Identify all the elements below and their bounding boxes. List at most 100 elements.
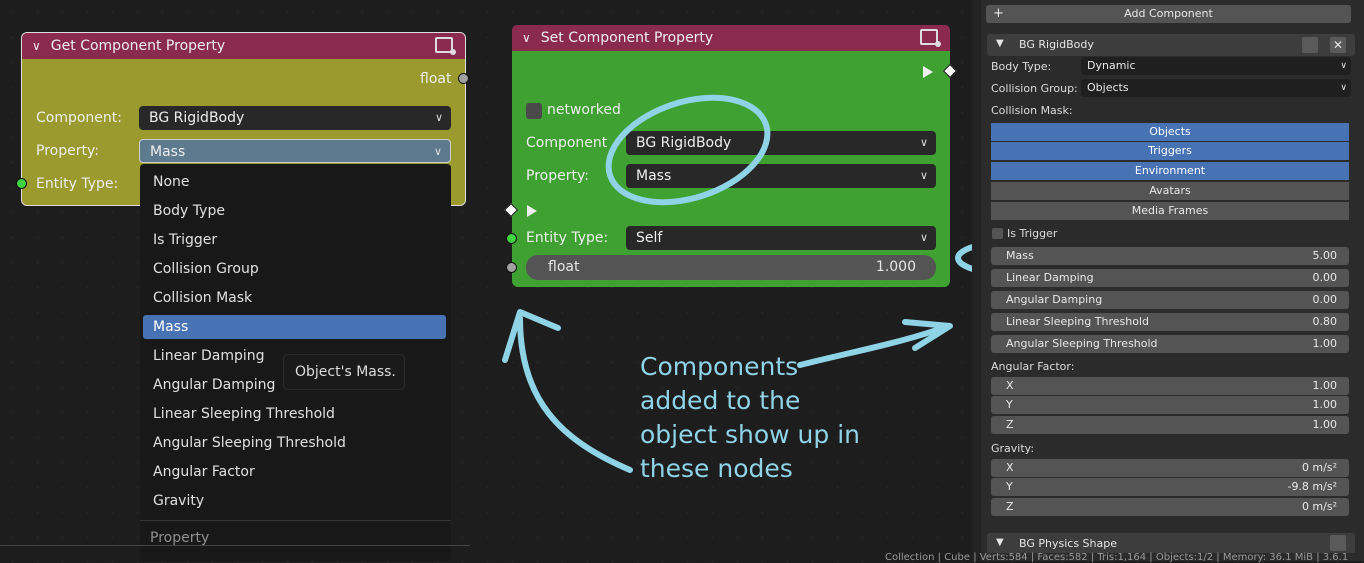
- entity-input-socket[interactable]: [16, 178, 27, 189]
- chevron-down-icon: ∨: [919, 136, 928, 149]
- linear-sleeping-threshold-field[interactable]: Linear Sleeping Threshold 0.80: [991, 313, 1349, 331]
- entity-input-socket[interactable]: [506, 233, 517, 244]
- linear-damping-field[interactable]: Linear Damping 0.00: [991, 269, 1349, 287]
- chevron-down-icon[interactable]: ∨: [32, 39, 41, 53]
- tooltip: Object's Mass.: [283, 354, 405, 390]
- field-value: 0 m/s²: [1301, 461, 1337, 474]
- node-header[interactable]: ∨ Set Component Property: [512, 25, 950, 51]
- menu-item-collision-mask[interactable]: Collision Mask: [143, 286, 446, 310]
- chevron-down-icon[interactable]: ∨: [522, 31, 531, 45]
- menu-item-angular-factor[interactable]: Angular Factor: [143, 460, 446, 484]
- menu-footer-title: Property: [150, 530, 210, 546]
- mask-toggle-media-frames[interactable]: Media Frames: [991, 202, 1349, 220]
- collapse-triangle-icon[interactable]: ▼: [996, 38, 1004, 49]
- property-select[interactable]: Mass ∨: [626, 164, 936, 188]
- menu-item-none[interactable]: None: [143, 170, 446, 194]
- mask-toggle-objects[interactable]: Objects: [991, 123, 1349, 141]
- field-label: Linear Damping: [1006, 271, 1094, 284]
- node-preview-icon[interactable]: [435, 37, 456, 55]
- property-label: Property:: [526, 168, 589, 184]
- component-panel-header[interactable]: ▼ BG RigidBody ✕: [987, 34, 1355, 56]
- entity-type-select-value: Self: [636, 230, 663, 246]
- menu-item-angular-sleeping-threshold[interactable]: Angular Sleeping Threshold: [143, 431, 446, 455]
- chevron-down-icon: ∨: [919, 169, 928, 182]
- collision-group-value: Objects: [1087, 81, 1129, 94]
- menu-item-mass[interactable]: Mass: [143, 315, 446, 339]
- float-field-value: 1.000: [875, 259, 916, 275]
- component-select[interactable]: BG RigidBody ∨: [626, 131, 936, 155]
- body-type-label: Body Type:: [991, 60, 1052, 73]
- plus-icon: +: [993, 6, 1004, 21]
- menu-item-gravity[interactable]: Gravity: [143, 489, 446, 513]
- annotation-line: Components: [640, 352, 799, 381]
- chevron-down-icon: ∨: [919, 231, 928, 244]
- field-label: Z: [1006, 418, 1014, 431]
- field-label: Z: [1006, 500, 1014, 513]
- gravity-x-field[interactable]: X 0 m/s²: [991, 459, 1349, 477]
- component-select[interactable]: BG RigidBody ∨: [139, 106, 451, 130]
- field-value: 1.00: [1312, 337, 1338, 350]
- field-label: X: [1006, 379, 1014, 392]
- physics-shape-title: BG Physics Shape: [1019, 537, 1117, 550]
- node-header[interactable]: ∨ Get Component Property: [22, 33, 465, 59]
- node-preview-icon[interactable]: [920, 29, 941, 47]
- networked-checkbox[interactable]: [526, 103, 542, 119]
- field-value: -9.8 m/s²: [1287, 480, 1337, 493]
- mask-toggle-triggers[interactable]: Triggers: [991, 142, 1349, 160]
- angular-damping-field[interactable]: Angular Damping 0.00: [991, 291, 1349, 309]
- entity-type-label: Entity Type:: [526, 230, 609, 246]
- mask-toggle-avatars[interactable]: Avatars: [991, 182, 1349, 200]
- mass-field[interactable]: Mass 5.00: [991, 247, 1349, 265]
- field-label: Y: [1006, 480, 1013, 493]
- field-label: Angular Sleeping Threshold: [1006, 337, 1158, 350]
- close-icon[interactable]: ✕: [1330, 37, 1346, 53]
- component-label: Component: [526, 135, 608, 151]
- chevron-down-icon: ∨: [1340, 83, 1347, 93]
- flow-output-arrow-icon: [923, 66, 933, 78]
- output-label: float: [420, 71, 452, 87]
- set-component-property-node[interactable]: ∨ Set Component Property networked Compo…: [512, 25, 950, 287]
- mask-toggle-environment[interactable]: Environment: [991, 162, 1349, 180]
- property-select[interactable]: Mass ∨: [139, 139, 451, 163]
- is-trigger-checkbox[interactable]: [992, 228, 1003, 239]
- clipboard-icon[interactable]: [1302, 37, 1318, 53]
- field-value: 1.00: [1312, 418, 1338, 431]
- arrow-head-set-node: [502, 309, 561, 363]
- component-panel-title: BG RigidBody: [1019, 38, 1094, 51]
- menu-item-body-type[interactable]: Body Type: [143, 199, 446, 223]
- canvas-divider: [0, 545, 470, 546]
- physics-shape-panel-header[interactable]: ▼ BG Physics Shape: [987, 533, 1355, 553]
- float-input-socket[interactable]: [506, 262, 517, 273]
- float-output-socket[interactable]: [458, 73, 469, 84]
- field-value: 0.80: [1312, 315, 1338, 328]
- collision-group-select[interactable]: Objects ∨: [1081, 79, 1351, 97]
- angular-factor-y-field[interactable]: Y 1.00: [991, 396, 1349, 414]
- annotation-text: Components added to the object show up i…: [640, 350, 860, 486]
- panel-resize-edge[interactable]: [972, 0, 981, 561]
- collapse-triangle-icon[interactable]: ▼: [996, 537, 1004, 548]
- angular-factor-z-field[interactable]: Z 1.00: [991, 416, 1349, 434]
- angular-factor-x-field[interactable]: X 1.00: [991, 377, 1349, 395]
- menu-item-linear-sleeping-threshold[interactable]: Linear Sleeping Threshold: [143, 402, 446, 426]
- property-select-value: Mass: [150, 144, 186, 160]
- arrow-to-set-node: [517, 315, 633, 473]
- gravity-z-field[interactable]: Z 0 m/s²: [991, 498, 1349, 516]
- angular-factor-label: Angular Factor:: [991, 360, 1075, 373]
- body-type-select[interactable]: Dynamic ∨: [1081, 57, 1351, 75]
- field-label: X: [1006, 461, 1014, 474]
- field-value: 1.00: [1312, 379, 1338, 392]
- property-label: Property:: [36, 143, 99, 159]
- float-value-field[interactable]: float 1.000: [526, 255, 936, 280]
- menu-item-is-trigger[interactable]: Is Trigger: [143, 228, 446, 252]
- chevron-down-icon: ∨: [434, 111, 443, 124]
- menu-item-collision-group[interactable]: Collision Group: [143, 257, 446, 281]
- angular-sleeping-threshold-field[interactable]: Angular Sleeping Threshold 1.00: [991, 335, 1349, 353]
- add-component-button[interactable]: + Add Component: [986, 5, 1351, 23]
- collision-group-label: Collision Group:: [991, 82, 1078, 95]
- field-label: Angular Damping: [1006, 293, 1103, 306]
- chevron-down-icon: ∨: [1340, 61, 1347, 71]
- clipboard-icon[interactable]: [1330, 535, 1346, 551]
- add-component-label: Add Component: [1124, 7, 1213, 20]
- gravity-y-field[interactable]: Y -9.8 m/s²: [991, 478, 1349, 496]
- entity-type-select[interactable]: Self ∨: [626, 226, 936, 250]
